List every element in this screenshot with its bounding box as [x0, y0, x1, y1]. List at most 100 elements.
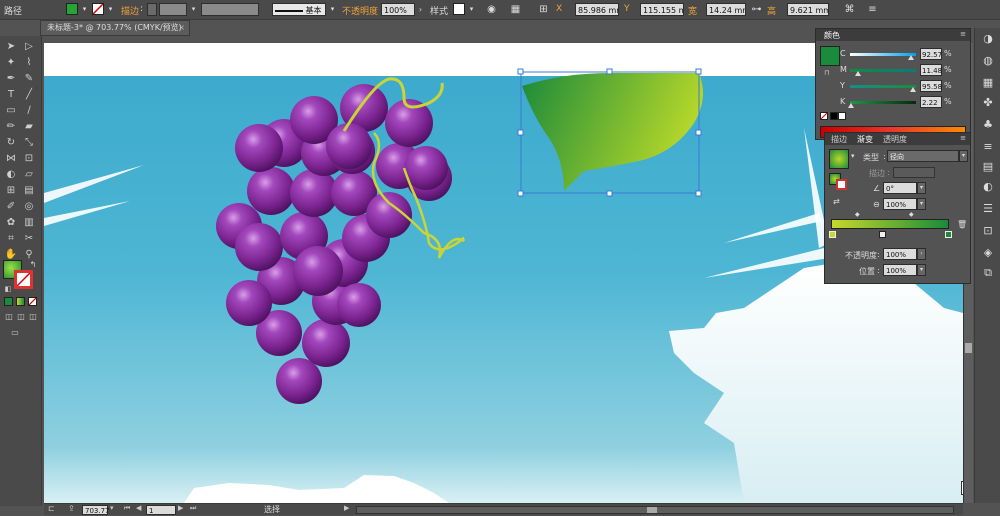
height-field[interactable]: 9.621 mm — [787, 3, 829, 16]
tab-gradient[interactable]: 渐变 — [857, 134, 873, 145]
chevron-down-icon[interactable]: ▾ — [110, 504, 114, 512]
stroke-indicator[interactable] — [836, 179, 847, 190]
trash-icon[interactable]: 🗑 — [957, 220, 967, 229]
next-artboard-icon[interactable]: ▶ — [178, 504, 183, 512]
brush-definition[interactable]: 基本 — [272, 3, 326, 16]
appearance-panel-icon[interactable]: ☰ — [980, 202, 996, 216]
slider-track[interactable] — [850, 85, 916, 88]
stroke-weight-stepper[interactable] — [147, 3, 157, 16]
slider-value-field[interactable]: 92.57 — [920, 48, 942, 60]
color-panel-tab[interactable]: 颜色 — [824, 30, 840, 41]
graphic-styles-icon[interactable]: ⊡ — [980, 224, 996, 238]
artboard-number-field[interactable]: 1 — [146, 505, 176, 515]
scale-tool-icon[interactable]: ⤡ — [22, 136, 36, 150]
chevron-down-icon[interactable]: ▾ — [104, 3, 117, 16]
symbols-icon[interactable]: ♣ — [980, 118, 996, 132]
slider-thumb[interactable] — [910, 87, 917, 92]
magic-wand-tool-icon[interactable]: ✦ — [4, 56, 18, 70]
artboard-tool-icon[interactable]: ⌗ — [4, 232, 18, 246]
stroke-panel-icon[interactable]: ≡ — [980, 140, 996, 154]
selection-handle[interactable] — [606, 68, 613, 75]
type-tool-icon[interactable]: T — [4, 88, 18, 102]
slider-thumb[interactable] — [908, 55, 915, 60]
swap-fill-stroke-icon[interactable]: ↰ — [26, 258, 40, 272]
free-transform-tool-icon[interactable]: ⊡ — [22, 152, 36, 166]
variable-width-profile[interactable] — [201, 3, 259, 16]
curvature-tool-icon[interactable]: ✎ — [22, 72, 36, 86]
document-tab[interactable]: 未标题-3* @ 703.77% (CMYK/预览) × — [40, 20, 190, 36]
gradient-tool-icon[interactable]: ▤ — [22, 184, 36, 198]
share-icon[interactable]: ⇪ — [68, 504, 75, 513]
direct-selection-tool-icon[interactable]: ▷ — [22, 40, 36, 54]
gradient-preview[interactable] — [829, 149, 849, 169]
symbol-sprayer-tool-icon[interactable]: ✿ — [4, 216, 18, 230]
style-swatch[interactable] — [453, 3, 465, 15]
slider-track[interactable] — [850, 101, 916, 104]
panel-menu-icon[interactable]: ≡ — [960, 30, 966, 38]
recolor-artwork-icon[interactable]: ◉ — [485, 3, 498, 16]
grape-cluster[interactable] — [216, 84, 452, 404]
selection-tool-icon[interactable]: ➤ — [4, 40, 18, 54]
chevron-down-icon[interactable]: ▾ — [917, 264, 926, 276]
lasso-tool-icon[interactable]: ⌇ — [22, 56, 36, 70]
layers-panel-icon[interactable]: ◈ — [980, 246, 996, 260]
chevron-down-icon[interactable]: ▾ — [917, 182, 926, 194]
align-icon[interactable]: ▦ — [509, 3, 522, 16]
color-panel-icon[interactable]: ◑ — [980, 32, 996, 46]
gradient-type-select[interactable]: 径向 — [887, 150, 959, 162]
chevron-down-icon[interactable]: ▾ — [78, 3, 91, 16]
transparency-panel-icon[interactable]: ◐ — [980, 180, 996, 194]
slice-tool-icon[interactable]: ✂ — [22, 232, 36, 246]
draw-inside-icon[interactable]: ◫ — [26, 310, 40, 324]
gradient-stop-middle[interactable] — [879, 231, 886, 238]
shape-builder-tool-icon[interactable]: ◐ — [4, 168, 18, 182]
selection-handle[interactable] — [517, 129, 524, 136]
transform-icon[interactable]: ⌘ — [843, 3, 856, 16]
midpoint-diamond-icon[interactable]: ◆ — [909, 211, 914, 218]
slider-value-field[interactable]: 2.22 — [920, 96, 942, 108]
selection-handle[interactable] — [695, 68, 702, 75]
chevron-down-icon[interactable]: ▾ — [187, 3, 200, 16]
tab-transparency[interactable]: 透明度 — [883, 134, 907, 145]
zoom-field[interactable]: 703.77 — [82, 505, 110, 515]
stroke-weight-field[interactable] — [159, 3, 187, 16]
black-color-icon[interactable] — [830, 112, 838, 120]
slider-thumb[interactable] — [854, 71, 861, 76]
gradient-slider[interactable] — [831, 219, 949, 229]
close-icon[interactable]: × — [178, 21, 185, 35]
mesh-tool-icon[interactable]: ⊞ — [4, 184, 18, 198]
reference-point-icon[interactable]: ⊞ — [537, 3, 550, 16]
none-color-icon[interactable] — [820, 112, 828, 120]
line-tool-icon[interactable]: ╱ — [22, 88, 36, 102]
chevron-down-icon[interactable]: ▾ — [917, 198, 926, 210]
aspect-ratio-field[interactable]: 100% — [883, 198, 917, 210]
first-artboard-icon[interactable]: ⏮ — [124, 504, 130, 513]
eraser-tool-icon[interactable]: ▰ — [22, 120, 36, 134]
stroke-label[interactable]: 描边 — [121, 4, 139, 17]
artboards-panel-icon[interactable]: ⧉ — [980, 266, 996, 280]
stroke-swatch[interactable] — [92, 3, 104, 15]
stop-opacity-field[interactable]: 100% — [883, 248, 917, 260]
stroke-color-box[interactable] — [14, 270, 33, 289]
slider-value-field[interactable]: 95.58 — [920, 80, 942, 92]
default-colors-icon[interactable]: ◧ — [1, 282, 15, 296]
x-field[interactable]: 85.986 mm — [575, 3, 619, 16]
none-mode-icon[interactable] — [28, 297, 37, 306]
selection-handle[interactable] — [606, 190, 613, 197]
selection-handle[interactable] — [695, 190, 702, 197]
tab-stroke[interactable]: 描边 — [831, 134, 847, 145]
opacity-label[interactable]: 不透明度 — [342, 4, 378, 17]
scrollbar-thumb[interactable] — [965, 343, 972, 353]
slider-track[interactable] — [850, 53, 916, 56]
rectangle-tool-icon[interactable]: ▭ — [4, 104, 18, 118]
opacity-field[interactable]: 100% — [381, 3, 415, 16]
swatches-icon[interactable]: ▦ — [980, 76, 996, 90]
selection-handle[interactable] — [695, 129, 702, 136]
gradient-stop-start[interactable] — [829, 231, 836, 238]
panel-menu-icon[interactable]: ≡ — [960, 134, 966, 142]
chevron-down-icon[interactable]: ▾ — [851, 152, 855, 160]
reverse-gradient-icon[interactable]: ⇄ — [833, 197, 840, 206]
leaf-shape[interactable] — [522, 73, 703, 191]
fill-swatch[interactable] — [66, 3, 78, 15]
horizontal-scrollbar[interactable] — [356, 506, 954, 514]
